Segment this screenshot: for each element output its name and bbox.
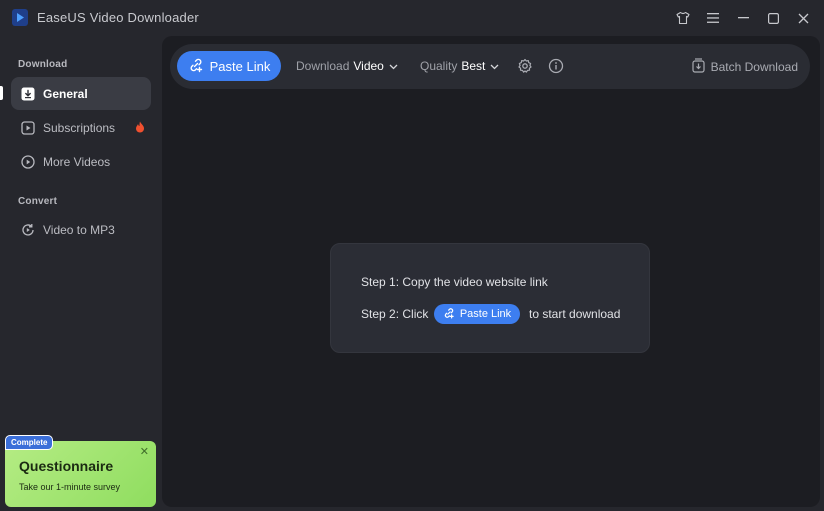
promo-title: Questionnaire [19, 458, 114, 474]
sidebar-item-more-videos[interactable]: More Videos [11, 145, 151, 178]
instructions-card: Step 1: Copy the video website link Step… [330, 243, 650, 353]
sidebar-item-label: General [43, 86, 88, 101]
download-type-dropdown[interactable]: Download Video [296, 59, 398, 73]
section-label-convert: Convert [18, 196, 58, 207]
app-title: EaseUS Video Downloader [37, 10, 199, 25]
sidebar-item-subscriptions[interactable]: Subscriptions [11, 111, 151, 144]
step-2-suffix: to start download [529, 307, 621, 321]
close-icon[interactable]: ✕ [140, 445, 149, 458]
link-plus-icon [443, 307, 455, 322]
paste-link-hint-label: Paste Link [459, 308, 512, 320]
play-square-icon [21, 120, 35, 135]
minimize-icon[interactable] [733, 8, 753, 28]
sidebar-item-label: Subscriptions [43, 120, 116, 135]
quality-dropdown[interactable]: Quality Best [420, 59, 499, 73]
batch-download-button[interactable]: Batch Download [692, 58, 798, 76]
title-bar: EaseUS Video Downloader [0, 0, 824, 36]
quality-label: Quality [420, 59, 458, 73]
download-value: Video [353, 59, 384, 73]
sidebar-item-video-to-mp3[interactable]: Video to MP3 [11, 213, 151, 246]
chevron-down-icon [490, 59, 499, 73]
section-label-download: Download [18, 59, 68, 70]
link-plus-icon [188, 57, 204, 76]
toolbar: Paste Link Download Video Quality Best B… [170, 44, 810, 89]
hot-flame-icon [135, 121, 145, 136]
convert-icon [21, 223, 35, 237]
questionnaire-promo[interactable]: Complete ✕ Questionnaire Take our 1-minu… [5, 435, 156, 507]
sidebar-item-label: Video to MP3 [43, 222, 115, 237]
paste-link-label: Paste Link [209, 58, 271, 74]
active-indicator [0, 86, 3, 100]
settings-gear-icon[interactable] [516, 57, 534, 75]
download-box-icon [21, 87, 35, 101]
main-panel: Paste Link Download Video Quality Best B… [162, 36, 820, 507]
batch-download-icon [692, 58, 705, 76]
step-1-text: Step 1: Copy the video website link [361, 275, 548, 289]
app-logo-icon [12, 9, 28, 26]
info-icon[interactable] [547, 57, 565, 75]
menu-icon[interactable] [703, 8, 723, 28]
chevron-down-icon [389, 59, 398, 73]
close-icon[interactable] [793, 8, 813, 28]
download-label: Download [296, 59, 350, 73]
sidebar-item-label: More Videos [43, 154, 111, 169]
quality-value: Best [461, 59, 486, 73]
paste-link-button[interactable]: Paste Link [177, 51, 281, 81]
play-circle-icon [21, 154, 35, 169]
step-2-prefix: Step 2: Click [361, 307, 429, 321]
paste-link-hint-button: Paste Link [434, 304, 520, 324]
sidebar-item-general[interactable]: General [11, 77, 151, 110]
maximize-icon[interactable] [763, 8, 783, 28]
promo-subtitle: Take our 1-minute survey [19, 482, 121, 492]
complete-badge: Complete [5, 435, 54, 450]
batch-download-label: Batch Download [710, 60, 798, 74]
tshirt-icon[interactable] [673, 8, 693, 28]
